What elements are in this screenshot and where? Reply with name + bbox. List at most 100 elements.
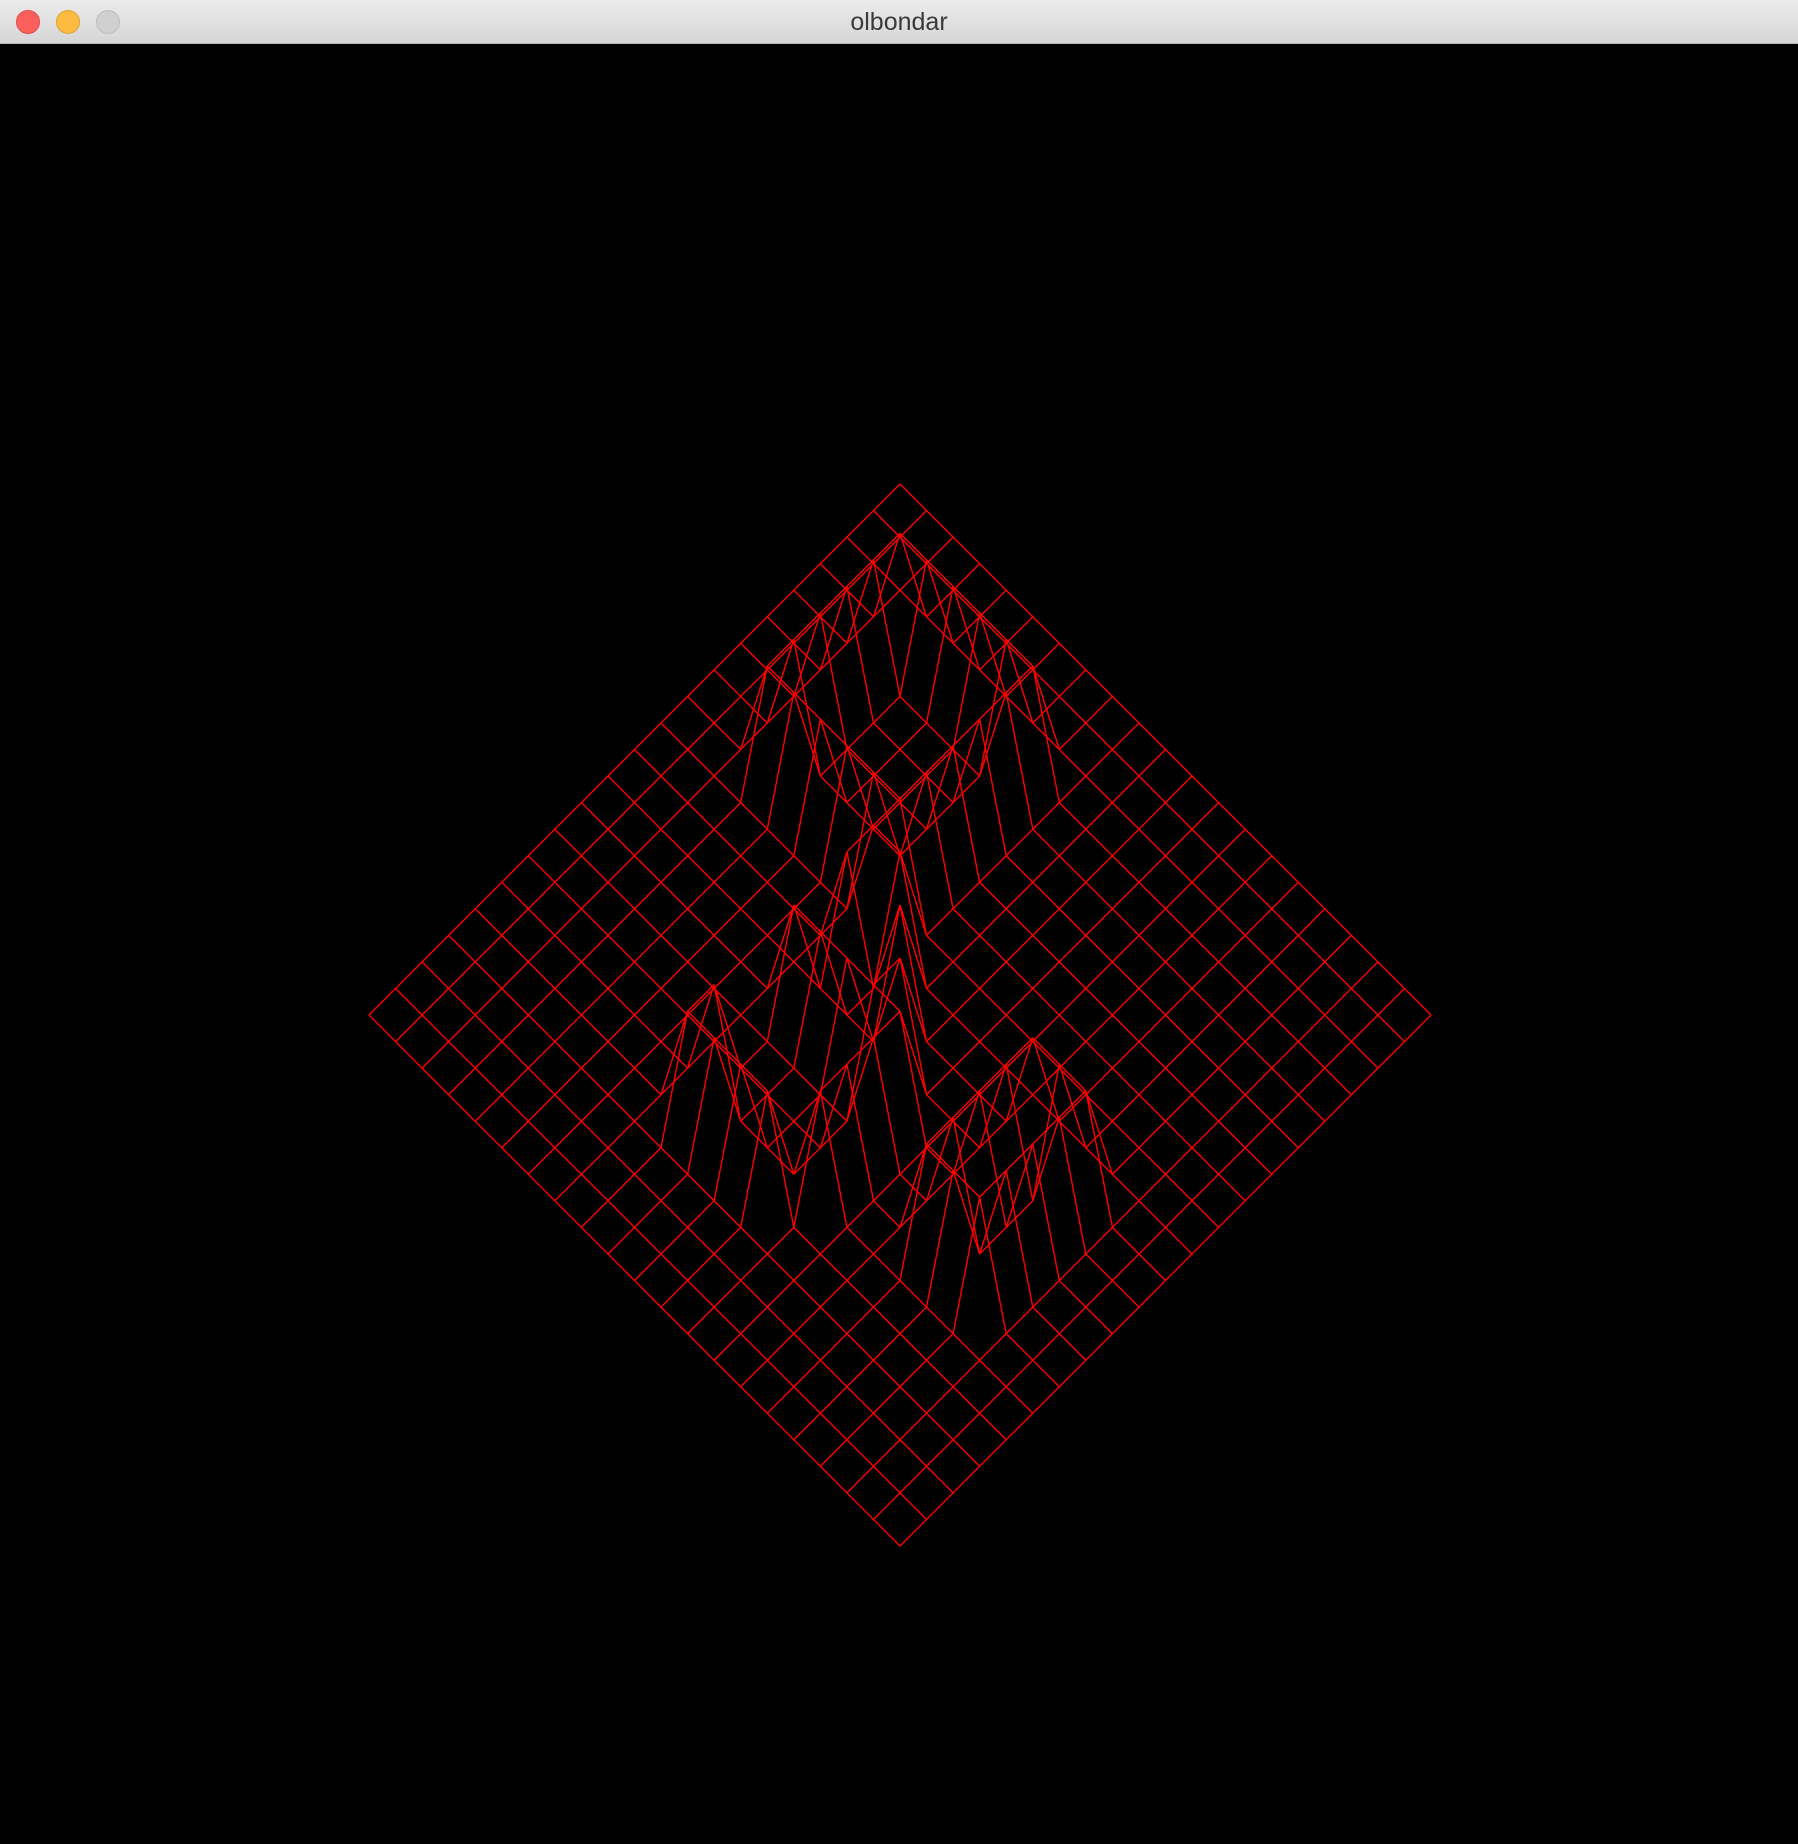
wireframe-edge (660, 695, 689, 724)
wireframe-edge (687, 749, 715, 777)
wireframe-edge (926, 563, 954, 591)
wireframe-edge (1191, 1067, 1220, 1096)
wireframe-edge (873, 1280, 901, 1308)
wireframe-edge (766, 589, 795, 618)
wireframe-edge (1085, 1253, 1113, 1281)
wireframe-edge (952, 563, 981, 591)
wireframe-edge (554, 1041, 582, 1069)
wireframe-edge (899, 1280, 927, 1308)
wireframe-edge (1324, 988, 1352, 1016)
wireframe-edge (873, 1173, 901, 1202)
title-bar[interactable]: olbondar (0, 0, 1798, 44)
wireframe-edge (1032, 988, 1060, 1016)
wireframe-edge (448, 988, 476, 1016)
wireframe-edge (979, 934, 1007, 963)
wireframe-edge (1244, 988, 1273, 1016)
wireframe-edge (713, 669, 742, 697)
wireframe-edge (687, 722, 715, 750)
wireframe-edge (766, 904, 795, 1042)
wireframe-edge (952, 988, 981, 1016)
wireframe-edge (846, 1226, 874, 1255)
wireframe-edge (1085, 1333, 1113, 1361)
wireframe-edge (474, 934, 503, 963)
wireframe-edge (1244, 828, 1273, 857)
wireframe-edge (1271, 961, 1299, 989)
wireframe-edge (527, 934, 556, 963)
wireframe-edge (1138, 775, 1166, 804)
wireframe-edge (713, 881, 742, 910)
wireframe-edge (846, 1333, 874, 1361)
wireframe-edge (1111, 961, 1140, 989)
wireframe-edge (740, 616, 768, 644)
wireframe-edge (660, 1226, 689, 1255)
wireframe-edge (527, 855, 556, 883)
wireframe-edge (1191, 828, 1220, 857)
wireframe-edge (607, 802, 635, 830)
wireframe-edge (846, 1386, 874, 1414)
wireframe-edge (1005, 828, 1034, 857)
wireframe-edge (580, 988, 609, 1016)
wireframe-edge (926, 934, 954, 963)
wireframe-edge (1111, 1094, 1140, 1122)
wireframe-edge (1032, 802, 1060, 830)
wireframe-edge (713, 1226, 742, 1255)
wireframe-edge (926, 1306, 954, 1335)
wireframe-edge (1165, 1041, 1193, 1069)
wireframe-edge (1058, 1333, 1087, 1361)
wireframe-edge (607, 1067, 635, 1096)
wireframe-edge (1058, 1014, 1087, 1043)
wireframe-edge (634, 749, 662, 777)
wireframe-edge (740, 1306, 768, 1335)
wireframe-edge (634, 908, 662, 936)
wireframe-edge (1165, 1173, 1193, 1202)
wireframe-edge (713, 749, 742, 777)
wireframe-edge (873, 1439, 901, 1467)
wireframe-edge (527, 1173, 556, 1202)
wireframe-edge (580, 1200, 609, 1228)
wireframe-edge (1032, 934, 1060, 963)
wireframe-edge (766, 1090, 795, 1228)
wireframe-edge (978, 639, 1007, 777)
wireframe-edge (952, 1412, 981, 1441)
wireframe-edge (1377, 988, 1405, 1016)
wireframe-edge (634, 1067, 662, 1096)
wireframe-edge (1032, 828, 1060, 857)
wireframe-edge (1005, 988, 1034, 1016)
wireframe-edge (580, 1147, 609, 1175)
wireframe-edge (740, 961, 768, 989)
wireframe-edge (793, 589, 821, 618)
wireframe-edge (1165, 1147, 1193, 1175)
wireframe-edge (819, 957, 848, 1095)
wireframe-edge (1032, 1280, 1060, 1308)
wireframe-edge (501, 1014, 529, 1043)
wireframe-edge (899, 775, 927, 804)
wireframe-edge (979, 1067, 1007, 1096)
wireframe-edge (899, 510, 927, 538)
wireframe-edge (926, 1094, 954, 1122)
wireframe-edge (1138, 1173, 1166, 1202)
wireframe-edge (1111, 1173, 1140, 1202)
wireframe-edge (1191, 908, 1220, 936)
wireframe-edge (952, 589, 981, 618)
wireframe-edge (1244, 1147, 1273, 1175)
wireframe-edge (952, 1041, 981, 1069)
wireframe-edge (660, 1253, 689, 1281)
wireframe-edge (766, 1253, 795, 1281)
wireframe-edge (1005, 908, 1034, 936)
wireframe-edge (634, 881, 662, 910)
wireframe-edge (1138, 961, 1166, 989)
wireframe-edge (1191, 802, 1220, 830)
wireframe-edge (607, 881, 635, 910)
wireframe-edge (952, 536, 981, 565)
wireframe-edge (1244, 1041, 1273, 1069)
wireframe-edge (1085, 828, 1113, 857)
wireframe-edge (952, 1439, 981, 1467)
wireframe-edge (421, 934, 450, 963)
wireframe-edge (952, 1094, 981, 1122)
wireframe-edge (873, 1306, 901, 1335)
wireframe-edge (527, 1094, 556, 1122)
wireframe-edge (607, 988, 635, 1016)
wireframe-edge (1271, 908, 1299, 936)
wireframe-edge (740, 1067, 768, 1096)
wireframe-edge (846, 722, 874, 750)
